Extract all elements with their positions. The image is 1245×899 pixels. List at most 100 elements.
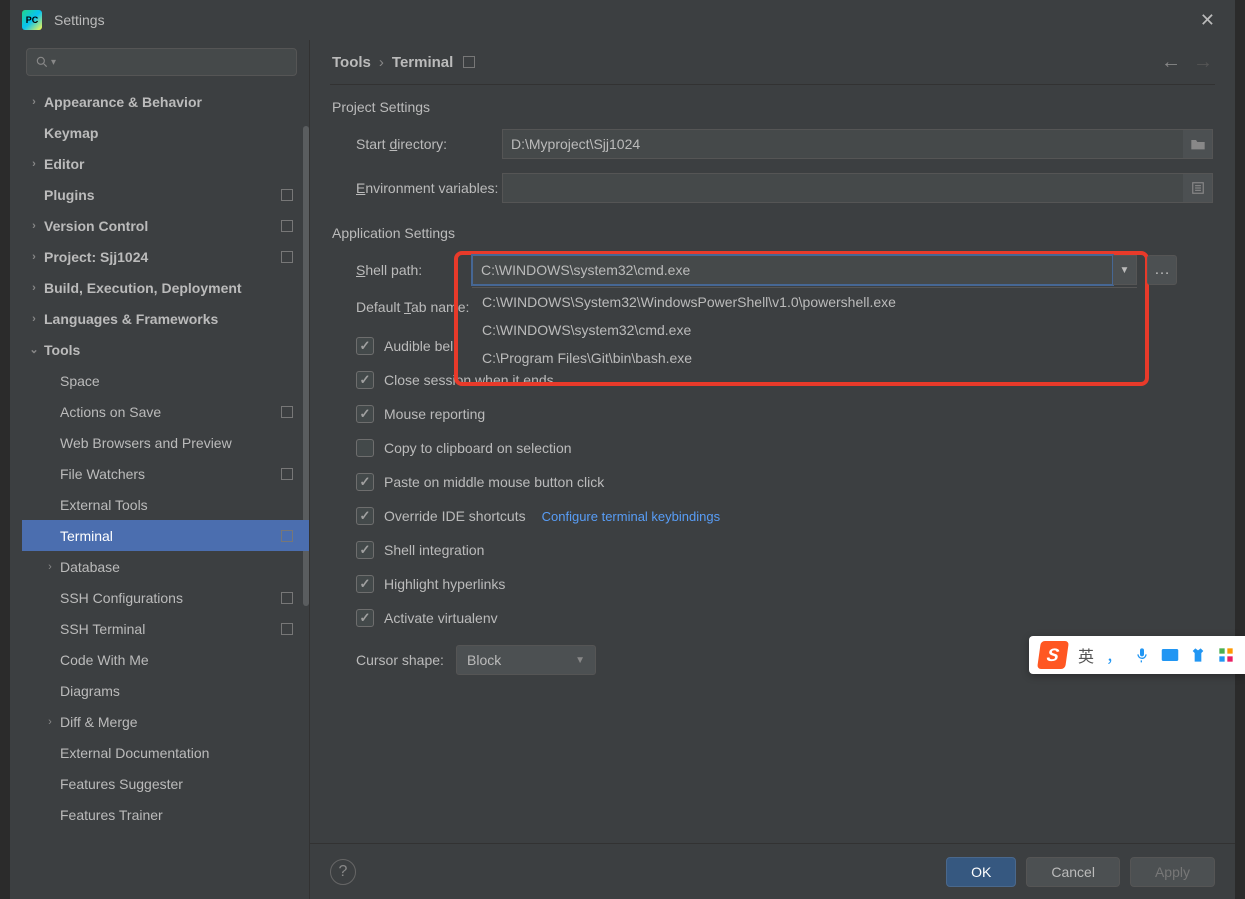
checkbox-copy-to-clipboard-on-selection[interactable]: Copy to clipboard on selection — [332, 431, 1213, 465]
tree-arrow-icon: › — [44, 716, 56, 728]
sidebar-item-label: Space — [60, 373, 100, 389]
tree-arrow-icon: › — [28, 158, 40, 170]
start-directory-input[interactable]: D:\Myproject\Sjj1024 — [502, 129, 1183, 159]
checkbox-label: Close session when it ends — [384, 372, 554, 388]
sidebar-item-keymap[interactable]: Keymap — [22, 117, 309, 148]
sidebar-item-label: External Tools — [60, 497, 148, 513]
sidebar-item-space[interactable]: Space — [22, 365, 309, 396]
sidebar-item-label: Keymap — [44, 125, 98, 141]
checkbox-label: Override IDE shortcuts — [384, 508, 526, 524]
nav-back-icon[interactable]: ← — [1161, 51, 1181, 74]
checkbox-activate-virtualenv[interactable]: Activate virtualenv — [332, 601, 1213, 635]
sidebar-item-label: Web Browsers and Preview — [60, 435, 232, 451]
sidebar-item-code-with-me[interactable]: Code With Me — [22, 644, 309, 675]
cursor-shape-select[interactable]: Block ▼ — [456, 645, 596, 675]
sidebar-item-diagrams[interactable]: Diagrams — [22, 675, 309, 706]
sogou-icon[interactable]: S — [1037, 641, 1069, 669]
shell-path-input[interactable]: C:\WINDOWS\system32\cmd.exe — [472, 255, 1113, 285]
cancel-button[interactable]: Cancel — [1026, 857, 1120, 887]
checkbox-label: Activate virtualenv — [384, 610, 498, 626]
checkbox-shell-integration[interactable]: Shell integration — [332, 533, 1213, 567]
sidebar-item-project-sjj1024[interactable]: ›Project: Sjj1024 — [22, 241, 309, 272]
scope-badge-icon — [281, 468, 293, 480]
shell-path-dropdown: C:\WINDOWS\System32\WindowsPowerShell\v1… — [472, 287, 1137, 372]
tree-arrow-icon: › — [28, 313, 40, 325]
nav-forward-icon: → — [1193, 51, 1213, 74]
browse-shell-button[interactable]: … — [1147, 255, 1177, 285]
sidebar-item-features-trainer[interactable]: Features Trainer — [22, 799, 309, 830]
microphone-icon[interactable] — [1133, 646, 1151, 664]
ime-toolbar[interactable]: S 英 ， — [1029, 636, 1245, 674]
sidebar-item-build-execution-deployment[interactable]: › Build, Execution, Deployment — [22, 272, 309, 303]
tree-arrow-icon: › — [44, 561, 56, 573]
sidebar-item-ssh-configurations[interactable]: SSH Configurations — [22, 582, 309, 613]
checkbox-icon[interactable] — [356, 473, 374, 491]
scope-badge-icon — [281, 623, 293, 635]
ime-lang-icon[interactable]: 英 — [1077, 646, 1095, 664]
tree-arrow-icon: › — [28, 220, 40, 232]
close-icon[interactable]: ✕ — [1192, 6, 1223, 35]
checkbox-icon[interactable] — [356, 507, 374, 525]
checkbox-override-ide-shortcuts[interactable]: Override IDE shortcuts Configure terminal… — [332, 499, 1213, 533]
sidebar-item-terminal[interactable]: Terminal — [22, 520, 309, 551]
sidebar-item-plugins[interactable]: Plugins — [22, 179, 309, 210]
sidebar-item-ssh-terminal[interactable]: SSH Terminal — [22, 613, 309, 644]
checkbox-icon[interactable] — [356, 405, 374, 423]
sidebar-item-database[interactable]: › Database — [22, 551, 309, 582]
sidebar-item-web-browsers-and-preview[interactable]: Web Browsers and Preview — [22, 427, 309, 458]
keyboard-icon[interactable] — [1161, 646, 1179, 664]
shell-option[interactable]: C:\Program Files\Git\bin\bash.exe — [472, 344, 1137, 372]
shell-path-combo[interactable]: C:\WINDOWS\system32\cmd.exe ▼ C:\WINDOWS… — [472, 255, 1137, 285]
checkbox-icon[interactable] — [356, 371, 374, 389]
checkbox-paste-on-middle-mouse-button-click[interactable]: Paste on middle mouse button click — [332, 465, 1213, 499]
shirt-icon[interactable] — [1189, 646, 1207, 664]
sidebar-item-appearance-behavior[interactable]: ›Appearance & Behavior — [22, 86, 309, 117]
tree-arrow-icon: › — [28, 282, 40, 294]
shell-option[interactable]: C:\WINDOWS\system32\cmd.exe — [472, 316, 1137, 344]
search-icon — [35, 55, 49, 69]
sidebar-item-label: Terminal — [60, 528, 113, 544]
help-icon[interactable]: ? — [330, 859, 356, 885]
sidebar-item-label: Diff & Merge — [60, 714, 138, 730]
sidebar-item-label: Editor — [44, 156, 84, 172]
env-variables-input[interactable] — [502, 173, 1183, 203]
sidebar-item-external-documentation[interactable]: External Documentation — [22, 737, 309, 768]
browse-folder-icon[interactable] — [1183, 129, 1213, 159]
titlebar: PC Settings ✕ — [10, 0, 1235, 40]
checkbox-mouse-reporting[interactable]: Mouse reporting — [332, 397, 1213, 431]
sidebar-item-features-suggester[interactable]: Features Suggester — [22, 768, 309, 799]
sidebar-item-file-watchers[interactable]: File Watchers — [22, 458, 309, 489]
checkbox-icon[interactable] — [356, 609, 374, 627]
sidebar-item-tools[interactable]: ⌄Tools — [22, 334, 309, 365]
sidebar-item-actions-on-save[interactable]: Actions on Save — [22, 396, 309, 427]
checkbox-icon[interactable] — [356, 337, 374, 355]
sidebar-item-external-tools[interactable]: External Tools — [22, 489, 309, 520]
sidebar-item-version-control[interactable]: ›Version Control — [22, 210, 309, 241]
checkbox-icon[interactable] — [356, 439, 374, 457]
sidebar-item-languages-frameworks[interactable]: ›Languages & Frameworks — [22, 303, 309, 334]
checkbox-icon[interactable] — [356, 575, 374, 593]
checkbox-highlight-hyperlinks[interactable]: Highlight hyperlinks — [332, 567, 1213, 601]
checkbox-label: Audible bell — [384, 338, 456, 354]
ime-punct-icon[interactable]: ， — [1105, 646, 1123, 664]
env-editor-icon[interactable] — [1183, 173, 1213, 203]
shell-option[interactable]: C:\WINDOWS\System32\WindowsPowerShell\v1… — [472, 288, 1137, 316]
sidebar-item-editor[interactable]: › Editor — [22, 148, 309, 179]
checkbox-label: Paste on middle mouse button click — [384, 474, 604, 490]
checkbox-icon[interactable] — [356, 541, 374, 559]
sidebar-item-label: Build, Execution, Deployment — [44, 280, 242, 296]
configure-keybindings-link[interactable]: Configure terminal keybindings — [542, 509, 720, 524]
sidebar-item-label: File Watchers — [60, 466, 145, 482]
settings-dialog: PC Settings ✕ ▾ ›Appearance & Behavior Ke… — [10, 0, 1235, 899]
sidebar-item-label: Features Suggester — [60, 776, 183, 792]
apply-button[interactable]: Apply — [1130, 857, 1215, 887]
search-input[interactable]: ▾ — [26, 48, 297, 76]
sidebar-item-label: Features Trainer — [60, 807, 163, 823]
breadcrumb-root[interactable]: Tools — [332, 54, 371, 71]
ok-button[interactable]: OK — [946, 857, 1016, 887]
combo-dropdown-icon[interactable]: ▼ — [1113, 255, 1137, 285]
sidebar-item-label: Database — [60, 559, 120, 575]
caret-down-icon: ▼ — [575, 655, 585, 666]
sidebar-item-diff-merge[interactable]: › Diff & Merge — [22, 706, 309, 737]
grid-icon[interactable] — [1217, 646, 1235, 664]
